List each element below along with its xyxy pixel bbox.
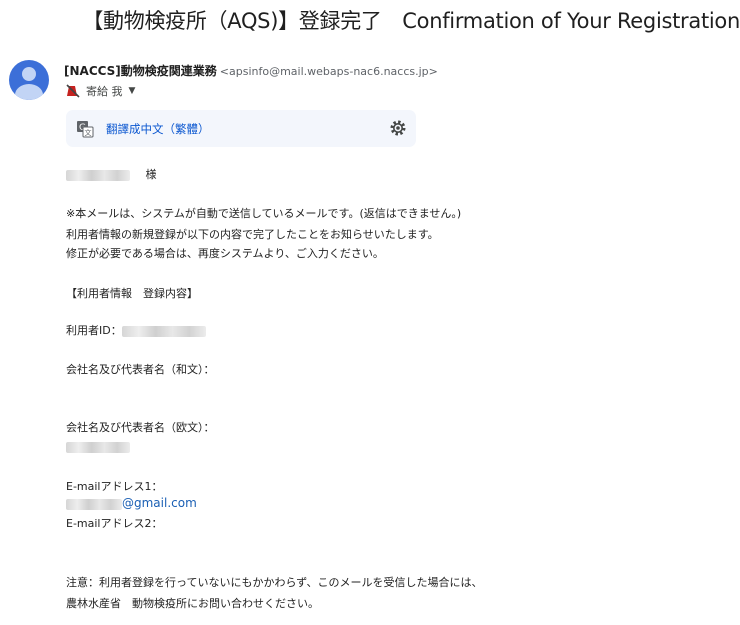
email2-label: E-mailアドレス2： (66, 517, 163, 530)
greeting-suffix: 様 (145, 168, 157, 181)
recipient-line[interactable]: 寄給 我 ▼ (66, 83, 135, 99)
redacted-name (66, 169, 130, 181)
sender-avatar[interactable] (9, 60, 49, 100)
email1-label: E-mailアドレス1： (66, 480, 163, 493)
translate-icon: G 文 (77, 121, 94, 138)
sender-email: <apsinfo@mail.webaps-nac6.naccs.jp> (219, 65, 438, 78)
recipient-label: 寄給 我 (86, 85, 123, 98)
company-jp-label: 会社名及び代表者名（和文）： (66, 363, 215, 376)
email-subject: 【動物検疫所（AQS)】登録完了 Confirmation of Your Re… (82, 9, 740, 33)
email1-value: @gmail.com (66, 496, 197, 510)
svg-text:文: 文 (85, 128, 92, 137)
avatar-head-shape (22, 67, 36, 81)
redacted-user-id (121, 325, 206, 337)
intro-line: 修正が必要である場合は、再度システムより、ご入力ください。 (66, 247, 384, 260)
greeting-line: 様 (66, 166, 157, 182)
user-id-label: 利用者ID： (66, 324, 122, 337)
section-title: 【利用者情報 登録内容】 (66, 287, 198, 300)
redacted-email-user (66, 498, 122, 510)
gear-icon[interactable] (389, 119, 407, 137)
chevron-down-icon[interactable]: ▼ (129, 86, 136, 96)
user-id-line: 利用者ID： (66, 322, 206, 338)
mute-icon (66, 84, 80, 98)
translate-link[interactable]: 翻譯成中文（繁體） (106, 121, 210, 137)
redacted-company-en (66, 440, 130, 453)
translate-bar: G 文 翻譯成中文（繁體） (66, 110, 416, 147)
company-en-label: 会社名及び代表者名（欧文）： (66, 421, 215, 434)
notice-line: 注意：利用者登録を行っていないにもかかわらず、このメールを受信した場合には、 (66, 576, 483, 589)
intro-line: 利用者情報の新規登録が以下の内容で完了したことをお知らせいたします。 (66, 228, 439, 241)
intro-line: ※本メールは、システムが自動で送信しているメールです。(返信はできません。) (66, 207, 462, 220)
avatar-body-shape (15, 84, 43, 100)
notice-line: 農林水産省 動物検疫所にお問い合わせください。 (66, 597, 319, 610)
email1-link[interactable]: @gmail.com (122, 496, 197, 510)
redacted-company-name (66, 441, 130, 453)
sender-line: [NACCS]動物検疫関連業務 <apsinfo@mail.webaps-nac6… (64, 62, 438, 79)
sender-name[interactable]: [NACCS]動物検疫関連業務 (64, 64, 217, 78)
